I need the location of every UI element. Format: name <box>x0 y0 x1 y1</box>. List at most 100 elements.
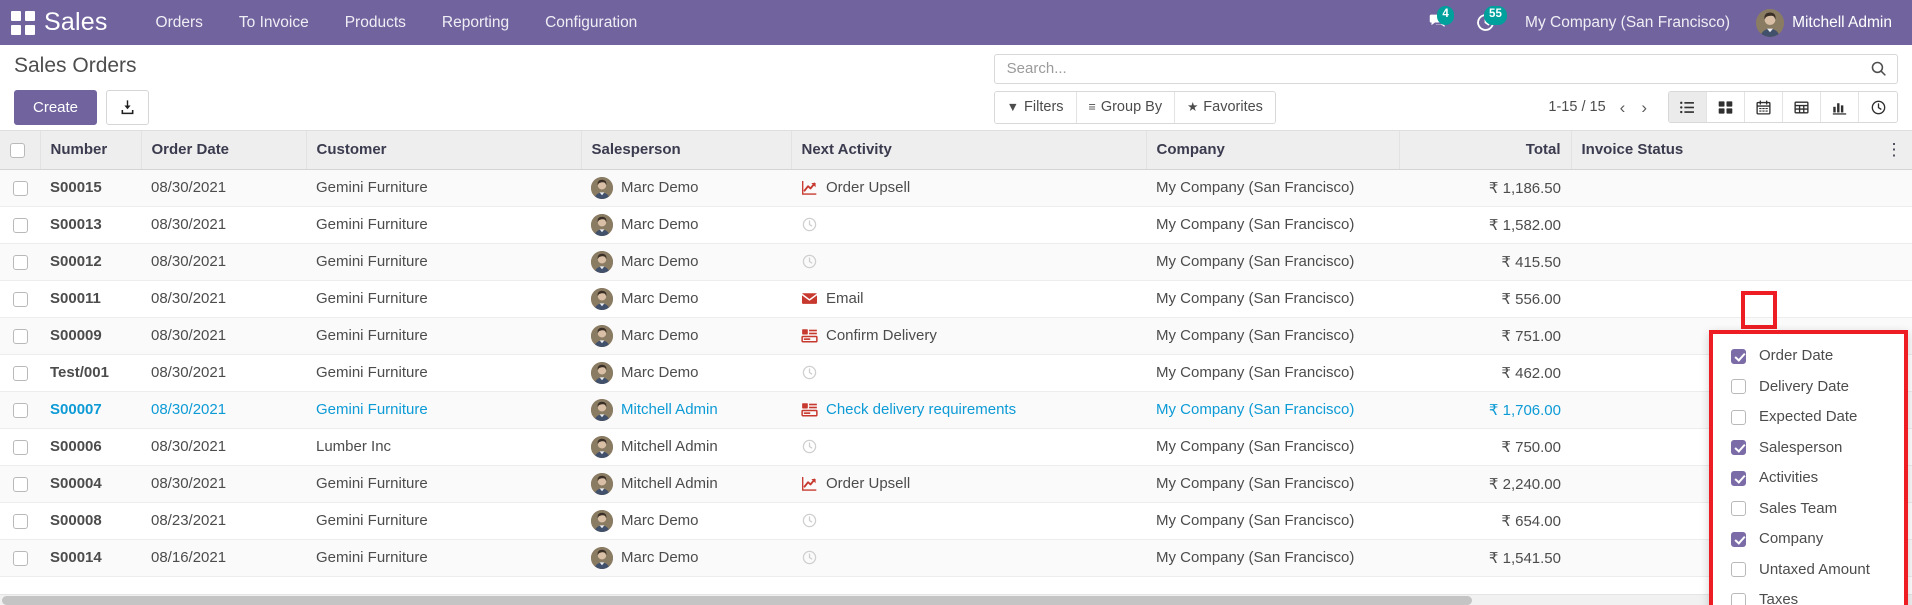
row-select-cell[interactable] <box>0 354 40 392</box>
create-button[interactable]: Create <box>14 90 98 126</box>
view-button-calendar[interactable] <box>1745 92 1783 123</box>
cell-next-activity <box>791 206 1146 244</box>
table-row[interactable]: S00004 08/30/2021 Gemini Furniture Mitchell… <box>0 465 1912 503</box>
activities-button[interactable]: 55 <box>1462 0 1509 45</box>
row-select-checkbox[interactable] <box>12 550 28 566</box>
optional-column-checkbox[interactable] <box>1731 440 1746 456</box>
row-select-checkbox[interactable] <box>12 402 28 418</box>
view-button-graph[interactable] <box>1821 92 1859 123</box>
optional-column-item[interactable]: Taxes <box>1713 585 1904 605</box>
pager-next-button[interactable]: › <box>1634 99 1654 116</box>
optional-columns-header[interactable]: ⋮ <box>1876 131 1912 170</box>
row-select-cell[interactable] <box>0 502 40 540</box>
pager-previous-button[interactable]: ‹ <box>1613 99 1633 116</box>
row-select-checkbox[interactable] <box>12 513 28 529</box>
view-button-list[interactable] <box>1669 92 1707 123</box>
column-header-order-date[interactable]: Order Date <box>141 131 307 170</box>
cell-number: Test/001 <box>40 354 141 392</box>
optional-column-item[interactable]: Company <box>1713 524 1904 555</box>
cell-spacer <box>1876 243 1912 281</box>
row-select-checkbox[interactable] <box>12 180 28 196</box>
row-select-checkbox[interactable] <box>12 291 28 307</box>
search-input[interactable] <box>1006 60 1870 78</box>
search-icon[interactable] <box>1870 60 1887 77</box>
row-select-checkbox[interactable] <box>12 476 28 492</box>
optional-column-item[interactable]: Order Date <box>1713 341 1904 372</box>
ellipsis-vertical-icon[interactable]: ⋮ <box>1886 141 1903 158</box>
filters-button[interactable]: ▼ Filters <box>994 91 1077 123</box>
optional-column-checkbox[interactable] <box>1731 501 1746 517</box>
column-header-company[interactable]: Company <box>1146 131 1400 170</box>
optional-column-checkbox[interactable] <box>1731 379 1746 395</box>
view-button-pivot[interactable] <box>1783 92 1821 123</box>
cell-total: ₹ 1,541.50 <box>1399 539 1571 577</box>
table-row[interactable]: S00015 08/30/2021 Gemini Furniture Marc Dem… <box>0 169 1912 207</box>
horizontal-scrollbar[interactable] <box>0 594 1912 605</box>
optional-column-checkbox[interactable] <box>1731 409 1746 425</box>
row-select-cell[interactable] <box>0 465 40 503</box>
main-menu: Orders To Invoice Products Reporting Con… <box>138 0 656 45</box>
avatar <box>591 213 613 236</box>
table-row[interactable]: S00011 08/30/2021 Gemini Furniture Marc Dem… <box>0 280 1912 318</box>
select-all-header[interactable] <box>0 131 41 170</box>
user-menu[interactable]: Mitchell Admin <box>1746 8 1898 37</box>
row-select-checkbox[interactable] <box>12 328 28 344</box>
column-header-invoice-status[interactable]: Invoice Status <box>1571 131 1876 170</box>
row-select-cell[interactable] <box>0 539 40 577</box>
optional-column-checkbox[interactable] <box>1731 348 1746 364</box>
optional-column-item[interactable]: Untaxed Amount <box>1713 555 1904 586</box>
column-header-total[interactable]: Total <box>1399 131 1572 170</box>
apps-grid-icon[interactable] <box>10 10 36 36</box>
optional-column-checkbox[interactable] <box>1731 470 1746 486</box>
company-switcher[interactable]: My Company (San Francisco) <box>1509 14 1746 32</box>
table-row[interactable]: S00012 08/30/2021 Gemini Furniture Marc Dem… <box>0 243 1912 281</box>
optional-column-item[interactable]: Delivery Date <box>1713 372 1904 403</box>
app-brand-sales[interactable]: Sales <box>44 8 108 37</box>
group-by-button[interactable]: ≡ Group By <box>1076 91 1176 123</box>
table-row[interactable]: S00014 08/16/2021 Gemini Furniture Marc Dem… <box>0 539 1912 577</box>
table-row[interactable]: S00007 08/30/2021 Gemini Furniture Mitchell… <box>0 391 1912 429</box>
row-select-cell[interactable] <box>0 317 40 355</box>
table-row[interactable]: S00006 08/30/2021 Lumber Inc Mitchell Admin… <box>0 428 1912 466</box>
row-select-cell[interactable] <box>0 206 40 244</box>
row-select-cell[interactable] <box>0 169 40 207</box>
optional-column-item[interactable]: Sales Team <box>1713 494 1904 525</box>
table-row[interactable]: S00013 08/30/2021 Gemini Furniture Marc Dem… <box>0 206 1912 244</box>
row-select-checkbox[interactable] <box>12 254 28 270</box>
optional-column-checkbox[interactable] <box>1731 562 1746 578</box>
row-select-cell[interactable] <box>0 280 40 318</box>
menu-item-configuration[interactable]: Configuration <box>527 0 655 45</box>
scrollbar-thumb[interactable] <box>2 596 1472 605</box>
optional-column-item[interactable]: Salesperson <box>1713 433 1904 464</box>
menu-item-reporting[interactable]: Reporting <box>424 0 527 45</box>
row-select-checkbox[interactable] <box>12 439 28 455</box>
row-select-cell[interactable] <box>0 428 40 466</box>
column-header-salesperson[interactable]: Salesperson <box>581 131 792 170</box>
import-button[interactable] <box>106 90 150 126</box>
optional-column-label: Taxes <box>1759 591 1799 605</box>
table-row[interactable]: S00008 08/23/2021 Gemini Furniture Marc Dem… <box>0 502 1912 540</box>
menu-item-orders[interactable]: Orders <box>138 0 221 45</box>
optional-column-checkbox[interactable] <box>1731 592 1746 605</box>
menu-item-products[interactable]: Products <box>327 0 424 45</box>
menu-item-to-invoice[interactable]: To Invoice <box>221 0 327 45</box>
navbar-right: 4 55 My Company (San Francisco) Mitchell… <box>1415 0 1898 45</box>
view-button-activity[interactable] <box>1859 92 1897 123</box>
favorites-button[interactable]: ★ Favorites <box>1175 91 1275 123</box>
table-row[interactable]: S00009 08/30/2021 Gemini Furniture Marc Dem… <box>0 317 1912 355</box>
messages-button[interactable]: 4 <box>1415 0 1462 45</box>
optional-column-item[interactable]: Expected Date <box>1713 402 1904 433</box>
search-bar[interactable] <box>993 54 1898 84</box>
select-all-checkbox[interactable] <box>10 142 25 158</box>
row-select-cell[interactable] <box>0 391 40 429</box>
row-select-checkbox[interactable] <box>12 217 28 233</box>
optional-column-item[interactable]: Activities <box>1713 463 1904 494</box>
column-header-customer[interactable]: Customer <box>306 131 582 170</box>
column-header-next-activity[interactable]: Next Activity <box>791 131 1147 170</box>
row-select-cell[interactable] <box>0 243 40 281</box>
table-row[interactable]: Test/001 08/30/2021 Gemini Furniture Marc D… <box>0 354 1912 392</box>
row-select-checkbox[interactable] <box>12 365 28 381</box>
optional-column-checkbox[interactable] <box>1731 531 1746 547</box>
view-button-kanban[interactable] <box>1707 92 1745 123</box>
column-header-number[interactable]: Number <box>40 131 142 170</box>
